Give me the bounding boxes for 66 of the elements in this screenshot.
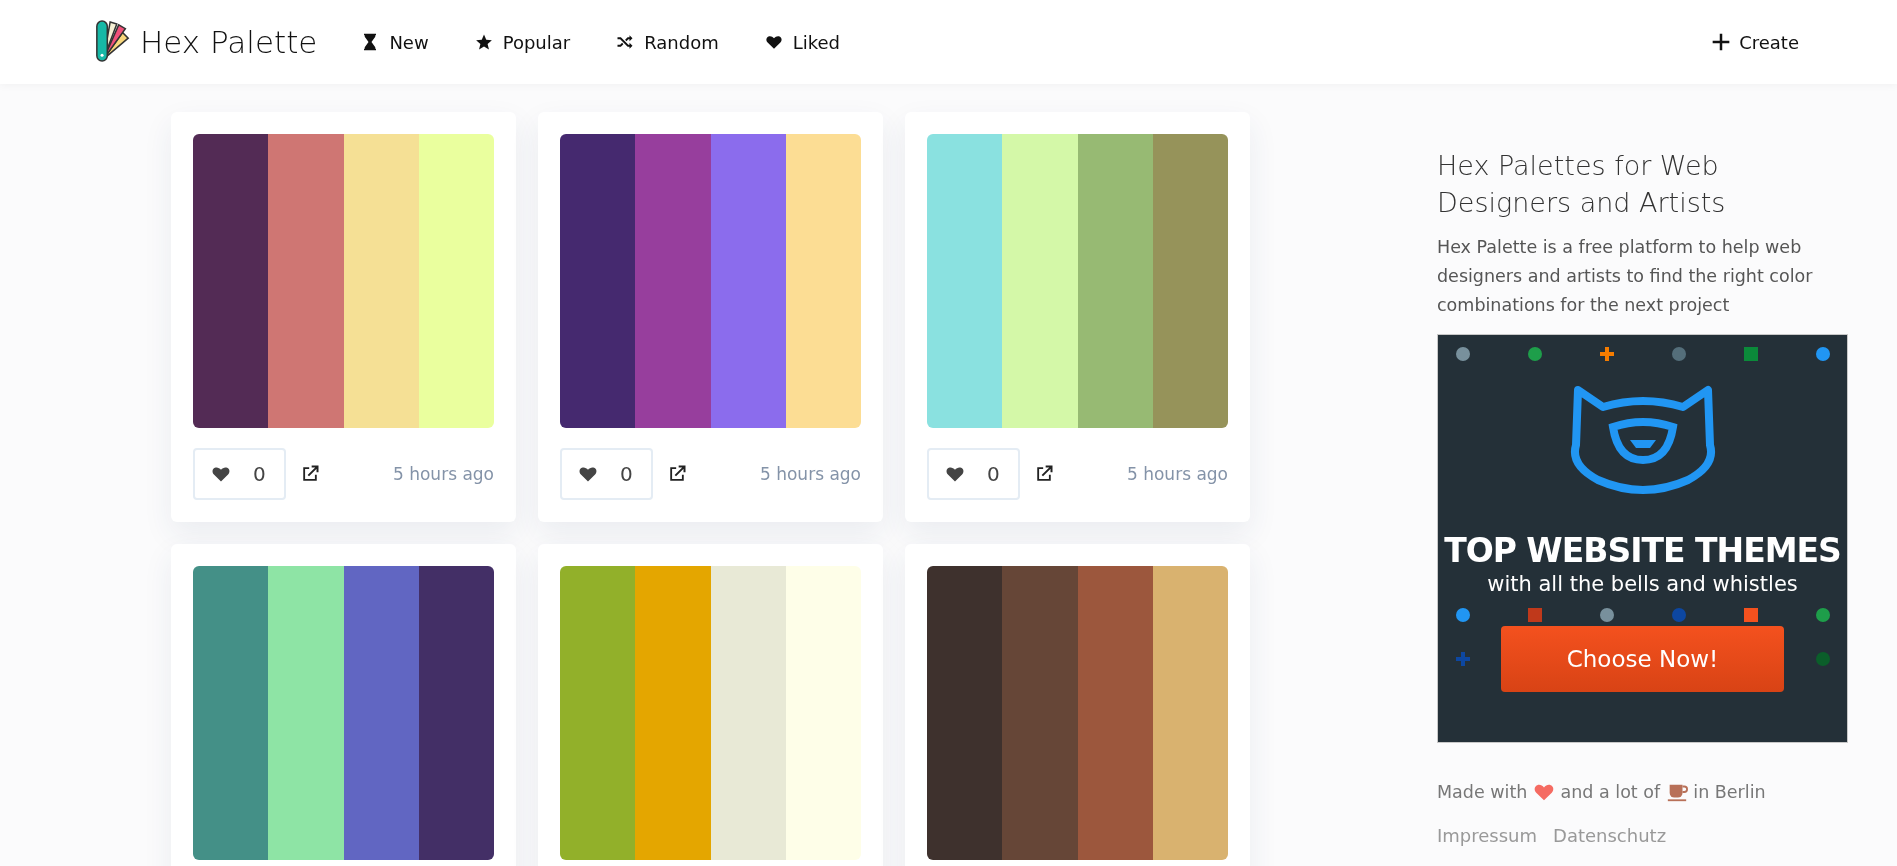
color-swatch[interactable]: [1077, 134, 1153, 428]
plus-icon: [1711, 32, 1732, 52]
confetti-icon: [1743, 347, 1758, 361]
color-swatch[interactable]: [1002, 566, 1078, 860]
color-swatch[interactable]: [193, 566, 269, 860]
sidebar-description: Hex Palette is a free platform to help web designers and artists to find the right color combinations for the next project: [1437, 236, 1814, 317]
confetti-icon: [1671, 608, 1686, 622]
color-swatch[interactable]: [418, 134, 494, 428]
color-swatch[interactable]: [343, 566, 419, 860]
ad-headline: TOP WEBSITE THEMES: [1444, 531, 1841, 570]
color-swatch[interactable]: [268, 134, 344, 428]
nav-link[interactable]: Liked: [764, 31, 840, 53]
star-icon: [474, 33, 493, 51]
confetti-icon: [1455, 652, 1470, 666]
timestamp: 5 hours ago: [1126, 464, 1228, 484]
nav-link[interactable]: Random: [616, 31, 719, 53]
color-swatch[interactable]: [1152, 566, 1228, 860]
confetti-icon: [1815, 347, 1830, 361]
confetti-icon: [1815, 652, 1830, 666]
color-swatch[interactable]: [635, 134, 711, 428]
color-swatch[interactable]: [1077, 566, 1153, 860]
timestamp: 5 hours ago: [759, 464, 861, 484]
color-swatch[interactable]: [268, 566, 344, 860]
heart-icon: [578, 464, 598, 484]
color-swatch[interactable]: [785, 566, 861, 860]
heart-icon: [945, 464, 965, 484]
brand-name: Hex Palette: [140, 24, 318, 60]
color-swatch[interactable]: [560, 566, 636, 860]
logo-link[interactable]: Hex Palette: [94, 19, 318, 65]
color-swatch[interactable]: [418, 566, 494, 860]
sidebar-heading: Hex Palettes for Web Designers and Artists: [1437, 149, 1727, 220]
ad-banner[interactable]: TOP WEBSITE THEMES with all the bells and whistles Choose Now!: [1437, 334, 1848, 743]
heart-icon: [211, 464, 231, 484]
color-swatch[interactable]: [1152, 134, 1228, 428]
confetti-icon: [1455, 347, 1470, 361]
confetti-icon: [1815, 608, 1830, 622]
confetti-icon: [1599, 347, 1614, 361]
palette-fan-icon: [94, 19, 132, 65]
nav-link[interactable]: New: [361, 31, 429, 53]
confetti-icon: [1743, 608, 1758, 622]
like-button[interactable]: 0: [560, 448, 653, 500]
timestamp: 5 hours ago: [392, 464, 494, 484]
confetti-icon: [1527, 347, 1542, 361]
nav-link[interactable]: Popular: [474, 31, 571, 53]
color-swatch[interactable]: [560, 134, 636, 428]
ad-tagline: with all the bells and whistles: [1487, 572, 1798, 596]
color-swatch[interactable]: [710, 566, 786, 860]
color-swatch[interactable]: [343, 134, 419, 428]
choose-now-button[interactable]: Choose Now!: [1501, 626, 1784, 692]
color-swatch[interactable]: [193, 134, 269, 428]
like-button[interactable]: 0: [927, 448, 1020, 500]
color-swatch[interactable]: [1002, 134, 1078, 428]
confetti-icon: [1599, 608, 1614, 622]
color-swatch[interactable]: [927, 566, 1003, 860]
color-swatch[interactable]: [635, 566, 711, 860]
shuffle-icon: [616, 33, 635, 51]
color-swatch[interactable]: [927, 134, 1003, 428]
create-button[interactable]: Create: [1711, 31, 1799, 53]
footer-credit: Made with and a lot of in Berlin: [1437, 781, 1767, 803]
color-swatch[interactable]: [710, 134, 786, 428]
confetti-icon: [1671, 347, 1686, 361]
like-button[interactable]: 0: [193, 448, 286, 500]
confetti-icon: [1455, 608, 1470, 622]
color-swatch[interactable]: [785, 134, 861, 428]
heart-icon: [764, 33, 783, 51]
confetti-icon: [1527, 608, 1542, 622]
